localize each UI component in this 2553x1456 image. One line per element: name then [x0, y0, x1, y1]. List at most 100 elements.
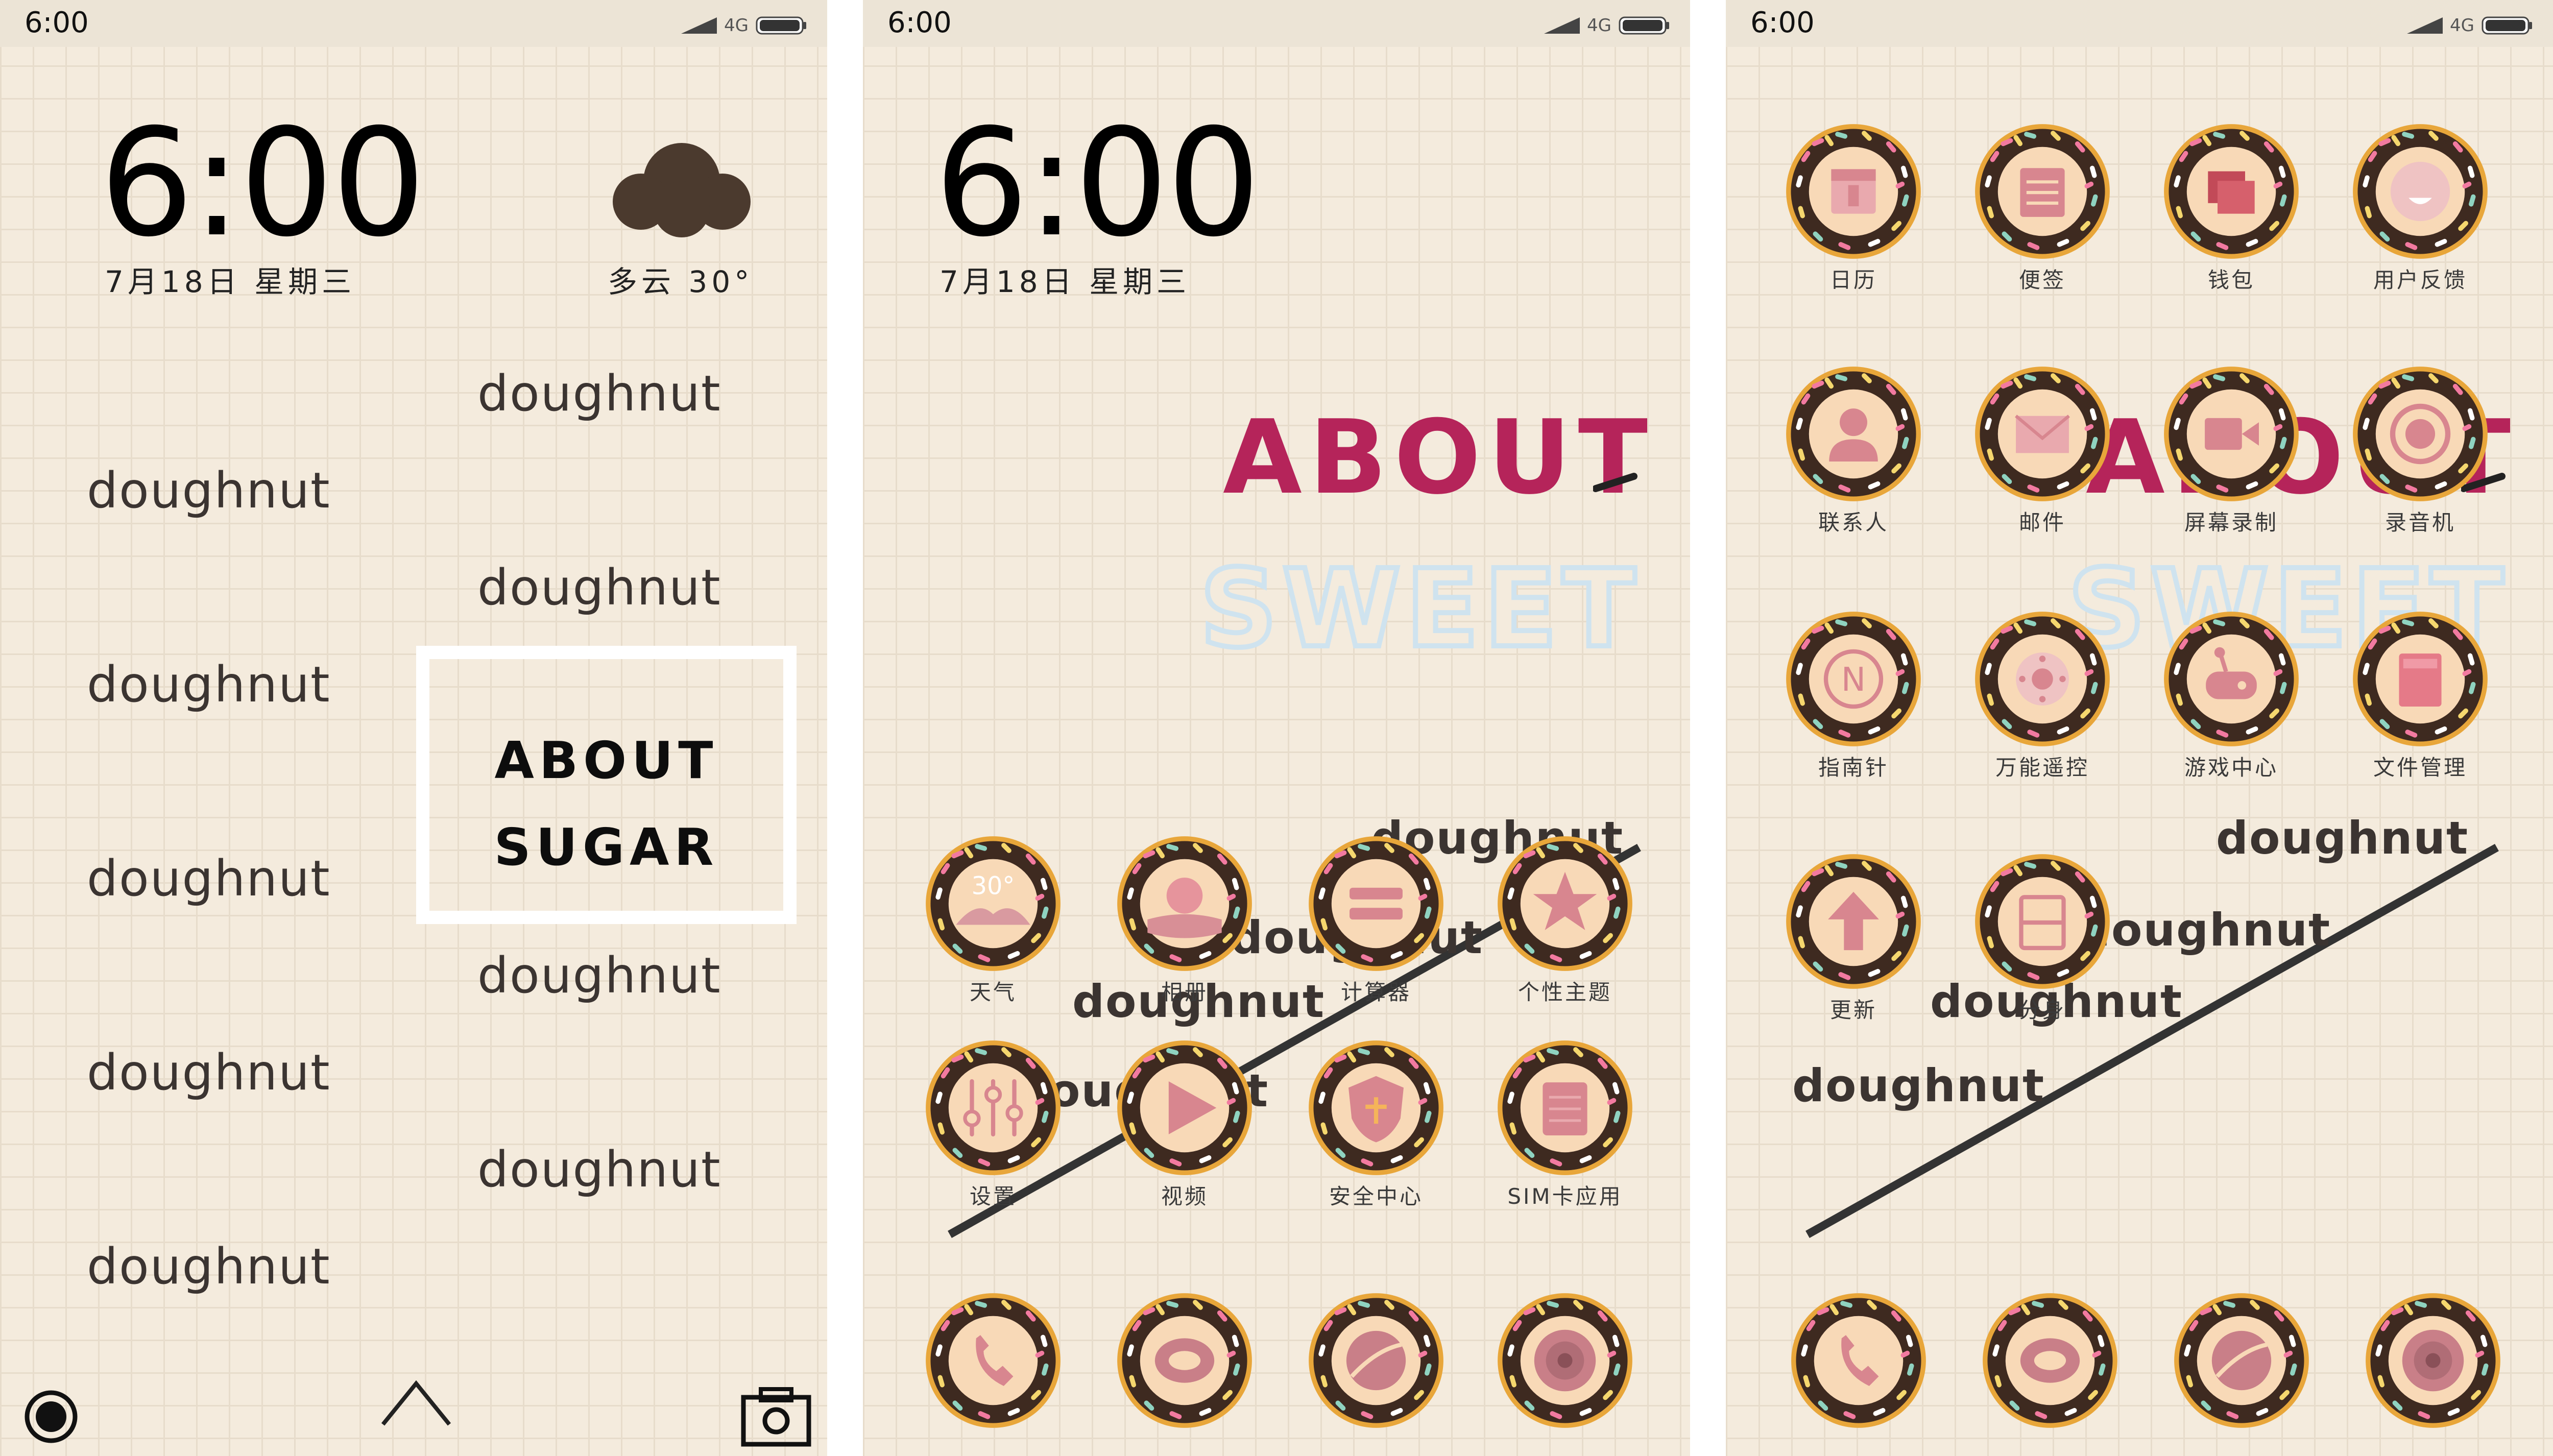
app-label: 日历 — [1829, 268, 1877, 293]
app-calendar[interactable]: 日历 — [1785, 123, 1922, 293]
app-video[interactable]: 视频 — [1116, 1039, 1254, 1209]
about-sugar-box: ABOUT SUGAR — [416, 646, 797, 924]
dock-camera[interactable] — [1496, 1292, 1634, 1429]
app-game[interactable]: 游戏中心 — [2162, 610, 2300, 780]
app-label: 邮件 — [2018, 510, 2066, 535]
camera-icon[interactable] — [740, 1386, 812, 1447]
dock-messages[interactable] — [1116, 1292, 1254, 1429]
notes-icon — [1973, 123, 2111, 260]
app-sim[interactable]: SIM卡应用 — [1496, 1039, 1634, 1209]
browser-icon — [1307, 1292, 1445, 1429]
phone-icon — [924, 1292, 1062, 1429]
recorder-icon — [2351, 365, 2489, 503]
app-theme[interactable]: 个性主题 — [1496, 835, 1634, 1005]
weather-badge: 30° — [972, 872, 1015, 900]
app-label: 个性主题 — [1518, 980, 1612, 1005]
app-label: 相册 — [1161, 980, 1208, 1005]
dock-messages[interactable] — [1981, 1292, 2119, 1429]
app-label: 计算器 — [1340, 980, 1411, 1005]
app-mail[interactable]: 邮件 — [1973, 365, 2111, 535]
chevron-up-icon[interactable] — [378, 1373, 454, 1429]
doughnut-text: doughnut — [87, 850, 331, 907]
app-photos[interactable]: 相册 — [1116, 835, 1254, 1005]
app-wallet[interactable]: 钱包 — [2162, 123, 2300, 293]
app-label: 万能遥控 — [1995, 755, 2089, 780]
app-notes[interactable]: 便签 — [1973, 123, 2111, 293]
doughnut-text: doughnut — [87, 656, 331, 713]
doughnut-text: doughnut — [2078, 904, 2331, 956]
app-label: 分身 — [2018, 998, 2066, 1023]
app-label: 用户反馈 — [2373, 268, 2467, 293]
app-remote[interactable]: 万能遥控 — [1973, 610, 2111, 780]
doughnut-text: doughnut — [87, 1044, 331, 1101]
sim-icon — [1496, 1039, 1634, 1177]
dual-app-icon — [1973, 853, 2111, 990]
cloud-icon — [613, 143, 751, 237]
contacts-icon — [1785, 365, 1922, 503]
files-icon — [2351, 610, 2489, 748]
messages-icon — [1981, 1292, 2119, 1429]
browser-icon — [2173, 1292, 2310, 1429]
app-weather[interactable]: 30° 天气 — [924, 835, 1062, 1005]
settings-icon — [924, 1039, 1062, 1177]
status-indicators: 4G — [681, 15, 807, 36]
app-label: 设置 — [969, 1184, 1017, 1209]
app-label: 更新 — [1829, 998, 1877, 1023]
battery-icon — [756, 16, 806, 35]
status-bar: 6:00 4G — [0, 0, 827, 47]
app-label: 便签 — [2018, 268, 2066, 293]
app-label: 游戏中心 — [2184, 755, 2278, 780]
app-calculator[interactable]: 计算器 — [1307, 835, 1445, 1005]
doughnut-text: doughnut — [87, 1238, 331, 1295]
calendar-icon — [1785, 123, 1922, 260]
video-icon — [1116, 1039, 1254, 1177]
app-settings[interactable]: 设置 — [924, 1039, 1062, 1209]
doughnut-text: doughnut — [477, 1141, 721, 1198]
app-security[interactable]: 安全中心 — [1307, 1039, 1445, 1209]
calculator-icon — [1307, 835, 1445, 973]
app-compass[interactable]: N 指南针 — [1785, 610, 1922, 780]
app-dual[interactable]: 分身 — [1973, 853, 2111, 1023]
dock-browser[interactable] — [1307, 1292, 1445, 1429]
app-label: SIM卡应用 — [1507, 1184, 1623, 1209]
weather-text: 多云 30° — [608, 264, 754, 299]
messages-icon — [1116, 1292, 1254, 1429]
dock-browser[interactable] — [2173, 1292, 2310, 1429]
photos-icon — [1116, 835, 1254, 973]
app-label: 天气 — [969, 980, 1017, 1005]
signal-icon — [681, 17, 717, 34]
app-label: 视频 — [1161, 1184, 1208, 1209]
mail-icon — [1973, 365, 2111, 503]
game-icon — [2162, 610, 2300, 748]
app-label: 指南针 — [1818, 755, 1889, 780]
diagonal-line — [948, 844, 1641, 1238]
wallet-icon — [2162, 123, 2300, 260]
theme-icon — [1496, 835, 1634, 973]
app-contacts[interactable]: 联系人 — [1785, 365, 1922, 535]
doughnut-text: doughnut — [87, 462, 331, 519]
record-icon[interactable] — [23, 1389, 79, 1445]
phone-icon — [1790, 1292, 1928, 1429]
app-recorder[interactable]: 录音机 — [2351, 365, 2489, 535]
doughnut-text: doughnut — [477, 365, 721, 422]
doughnut-text: doughnut — [2216, 812, 2469, 864]
status-time: 6:00 — [25, 6, 89, 39]
weather-icon: 30° — [924, 835, 1062, 973]
app-update[interactable]: 更新 — [1785, 853, 1922, 1023]
app-label: 录音机 — [2385, 510, 2455, 535]
app-files[interactable]: 文件管理 — [2351, 610, 2489, 780]
app-label: 屏幕录制 — [2184, 510, 2278, 535]
dock-phone[interactable] — [924, 1292, 1062, 1429]
doughnut-text: doughnut — [1792, 1059, 2045, 1112]
dock-phone[interactable] — [1790, 1292, 1928, 1429]
camera-lens-icon — [2364, 1292, 2502, 1429]
app-feedback[interactable]: 用户反馈 — [2351, 123, 2489, 293]
lock-date: 7月18日 星期三 — [105, 264, 356, 299]
camera-lens-icon — [1496, 1292, 1634, 1429]
feedback-icon — [2351, 123, 2489, 260]
app-screen-record[interactable]: 屏幕录制 — [2162, 365, 2300, 535]
lock-clock: 6:00 — [100, 98, 426, 270]
second-home-screen: 6:00 4G ABOUT SWEET doughnut doughnut do… — [1726, 0, 2553, 1456]
dock-camera[interactable] — [2364, 1292, 2502, 1429]
network-label: 4G — [724, 15, 749, 36]
